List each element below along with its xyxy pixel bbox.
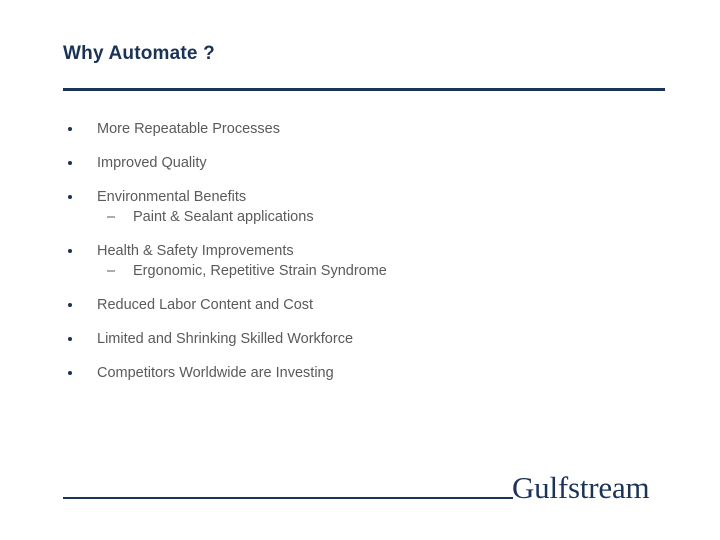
bullet-dot-icon (68, 296, 80, 307)
sub-bullet-item: – Paint & Sealant applications (63, 208, 683, 226)
bullet-label: Environmental Benefits (97, 189, 247, 205)
bullet-dot-icon (68, 154, 80, 165)
bullet-dot-icon (68, 242, 80, 253)
bullet-item: Competitors Worldwide are Investing (63, 364, 683, 382)
bullet-dot-shape (68, 303, 72, 307)
bullet-label: More Repeatable Processes (97, 121, 280, 137)
bullet-list: More Repeatable Processes Improved Qualit… (63, 120, 683, 398)
page-title: Why Automate ? (63, 43, 215, 64)
bullet-item: More Repeatable Processes (63, 120, 683, 138)
bullet-label: Limited and Shrinking Skilled Workforce (97, 331, 354, 347)
bullet-dot-shape (68, 195, 72, 199)
bullet-dot-shape (68, 249, 72, 253)
bullet-item: Improved Quality (63, 154, 683, 172)
gulfstream-logo: Gulfstream (512, 470, 650, 505)
bullet-dot-shape (68, 127, 72, 131)
slide-canvas: Why Automate ? More Repeatable Processes… (0, 0, 720, 540)
bullet-item: Environmental Benefits (63, 188, 683, 206)
bullet-item: Reduced Labor Content and Cost (63, 296, 683, 314)
bullet-dot-shape (68, 337, 72, 341)
bullet-label: Health & Safety Improvements (97, 243, 294, 259)
bullet-dot-icon (68, 330, 80, 341)
bullet-dot-shape (68, 371, 72, 375)
footer-divider (63, 497, 513, 499)
slide-title-block: Why Automate ? (63, 42, 665, 66)
dash-marker-icon: – (107, 263, 116, 279)
sub-bullet-label: Paint & Sealant applications (133, 209, 314, 225)
bullet-label: Competitors Worldwide are Investing (97, 365, 334, 381)
dash-marker-icon: – (107, 209, 116, 225)
bullet-label: Reduced Labor Content and Cost (97, 297, 314, 313)
sub-bullet-label: Ergonomic, Repetitive Strain Syndrome (133, 263, 387, 279)
bullet-item: Limited and Shrinking Skilled Workforce (63, 330, 683, 348)
bullet-label: Improved Quality (97, 155, 207, 171)
title-divider (63, 88, 665, 91)
bullet-dot-icon (68, 188, 80, 199)
bullet-dot-icon (68, 120, 80, 131)
bullet-dot-icon (68, 364, 80, 375)
sub-bullet-item: – Ergonomic, Repetitive Strain Syndrome (63, 262, 683, 280)
bullet-item: Health & Safety Improvements (63, 242, 683, 260)
bullet-dot-shape (68, 161, 72, 165)
